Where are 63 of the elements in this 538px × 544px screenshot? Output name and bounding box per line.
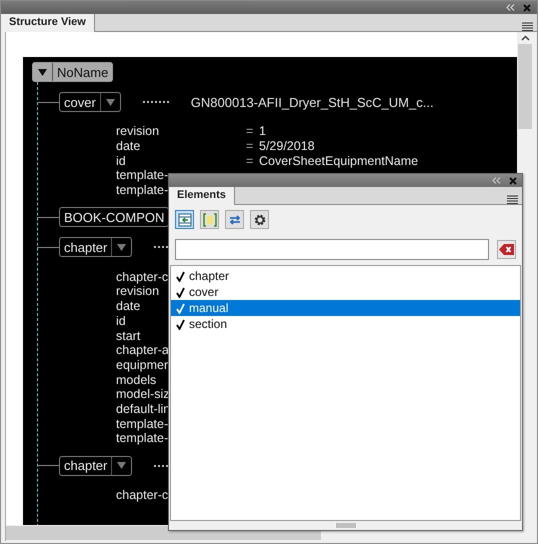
tree-node[interactable]: NoName	[32, 62, 114, 82]
attribute-name: revision	[116, 284, 160, 298]
attribute-name: model-siz	[116, 387, 170, 402]
structure-view-tab[interactable]: Structure View	[1, 14, 95, 32]
insert-button[interactable]	[175, 210, 194, 229]
collapse-arrow-icon[interactable]	[117, 461, 126, 470]
attribute-name: date	[116, 299, 140, 314]
attribute-value: 5/29/2018	[259, 139, 315, 154]
tree-node[interactable]: BOOK-COMPON	[59, 207, 170, 228]
attribute-name: start	[116, 328, 140, 343]
attribute-name: chapter-c	[116, 270, 168, 284]
search-field[interactable]	[175, 239, 489, 260]
brackets-icon	[202, 212, 216, 226]
elements-tab[interactable]: Elements	[169, 187, 235, 205]
connector-line	[37, 246, 59, 248]
attribute-name: template-	[116, 183, 168, 198]
attribute-name: template-	[116, 168, 168, 182]
wrap-button[interactable]	[200, 210, 219, 229]
attribute-name: chapter-a	[116, 343, 169, 358]
node-text: GN800013-AFII_Dryer_StH_ScC_UM_c...	[190, 94, 434, 110]
menu-icon[interactable]	[507, 195, 518, 204]
connector-line	[37, 465, 59, 466]
tree-node[interactable]: chapter	[59, 237, 132, 258]
element-item[interactable]: manual	[171, 300, 520, 316]
attribute-name: date	[116, 139, 140, 154]
element-item[interactable]: section	[171, 316, 520, 332]
element-item[interactable]: chapter	[171, 268, 520, 284]
equals-sign: =	[246, 154, 254, 168]
tree-node[interactable]: chapter	[59, 456, 132, 476]
attribute-name: id	[116, 154, 126, 168]
scroll-thumb[interactable]	[518, 44, 532, 129]
attribute-name: chapter-c	[116, 488, 168, 502]
attribute-name: revision	[116, 124, 160, 138]
settings-button[interactable]	[250, 210, 269, 229]
insert-icon	[178, 212, 192, 226]
attribute-name: default-lin	[116, 402, 170, 416]
collapse-arrow-icon[interactable]	[38, 68, 47, 76]
attribute-value: 1	[259, 124, 266, 138]
attribute-name: equipmer	[116, 358, 168, 372]
settings-icon	[252, 212, 266, 226]
equals-sign: =	[246, 124, 254, 138]
leader-line	[142, 101, 169, 103]
swap-arrows-icon	[228, 212, 242, 226]
collapse-icon[interactable]	[506, 4, 515, 11]
attribute-name: models	[116, 372, 156, 387]
collapse-arrow-icon[interactable]	[106, 98, 115, 106]
close-icon[interactable]	[509, 176, 517, 184]
close-icon[interactable]	[523, 4, 531, 12]
collapse-arrow-icon[interactable]	[117, 242, 126, 252]
attribute-value: CoverSheetEquipmentName	[259, 154, 418, 168]
element-item[interactable]: cover	[171, 284, 520, 300]
attribute-name: template-	[116, 416, 168, 431]
clear-button[interactable]	[497, 240, 516, 259]
connector-line	[37, 216, 59, 218]
equals-sign: =	[246, 139, 254, 154]
swap-button[interactable]	[225, 210, 244, 229]
menu-icon[interactable]	[522, 22, 533, 31]
attribute-name: id	[116, 314, 126, 328]
tree-node[interactable]: cover	[59, 92, 121, 112]
clear-icon	[499, 244, 514, 255]
collapse-icon[interactable]	[492, 177, 501, 184]
resize-grip-icon[interactable]	[336, 523, 356, 528]
attribute-name: template-	[116, 431, 168, 446]
